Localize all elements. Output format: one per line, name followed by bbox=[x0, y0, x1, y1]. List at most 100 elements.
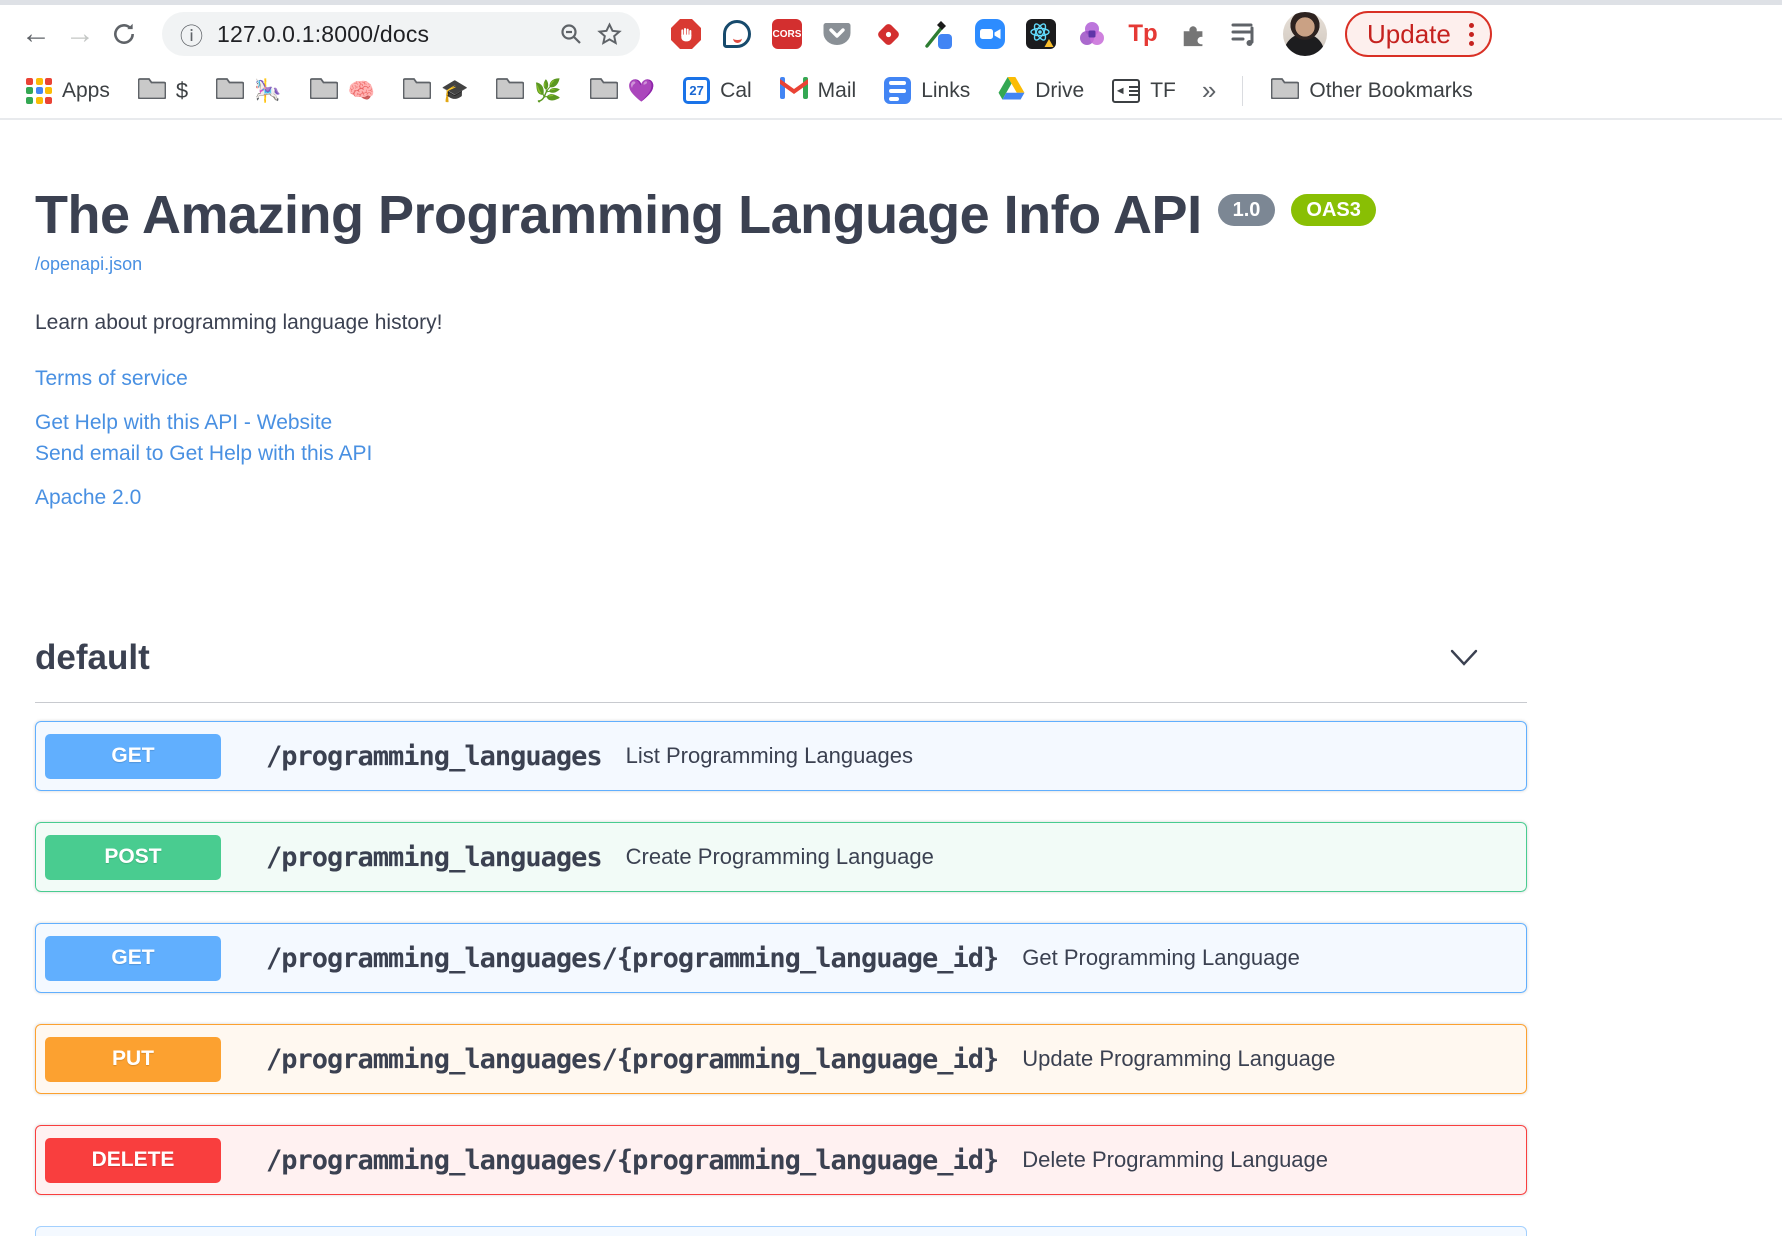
page-title: The Amazing Programming Language Info AP… bbox=[35, 185, 1202, 245]
bookmark-folder[interactable]: 🎠 bbox=[206, 71, 291, 110]
profile-avatar[interactable] bbox=[1283, 12, 1327, 56]
red-diamond-extension-icon[interactable] bbox=[872, 18, 904, 50]
api-description: Learn about programming language history… bbox=[35, 311, 443, 335]
bookmark-folder[interactable]: $ bbox=[128, 71, 198, 110]
endpoint-row[interactable]: POST /programming_languages Create Progr… bbox=[35, 822, 1527, 893]
purple-flower-extension-icon[interactable] bbox=[1076, 18, 1108, 50]
section-header[interactable]: default bbox=[35, 638, 1527, 678]
section-title: default bbox=[35, 638, 150, 678]
update-button-label: Update bbox=[1367, 18, 1451, 49]
folder-icon bbox=[1270, 76, 1300, 105]
bookmark-star-icon[interactable] bbox=[597, 21, 622, 47]
cutoff-endpoint-row bbox=[35, 1226, 1527, 1237]
bookmarks-bar: Apps $ 🎠 🧠 🎓 🌿 💜 27 Cal Mail Links Drive… bbox=[0, 63, 1782, 120]
calendar-icon: 27 bbox=[683, 77, 711, 104]
endpoint-path: /programming_languages bbox=[266, 740, 603, 772]
endpoint-row[interactable]: DELETE /programming_languages/{programmi… bbox=[35, 1125, 1527, 1196]
endpoint-path: /programming_languages/{programming_lang… bbox=[266, 1043, 999, 1075]
tp-extension-icon[interactable]: Tp bbox=[1127, 18, 1159, 50]
bookmark-label: TF bbox=[1150, 78, 1176, 102]
bookmark-tf[interactable]: ◄ TF bbox=[1102, 74, 1186, 108]
browser-toolbar: ← → ⓘ 127.0.0.1:8000/docs CORS Tp Update bbox=[0, 5, 1782, 63]
bookmark-apps[interactable]: Apps bbox=[16, 73, 120, 109]
version-badge: 1.0 bbox=[1217, 194, 1276, 226]
reload-button[interactable] bbox=[102, 12, 146, 56]
bookmark-folder[interactable]: 💜 bbox=[580, 71, 665, 110]
update-button[interactable]: Update bbox=[1345, 11, 1492, 57]
bookmarks-divider bbox=[1242, 75, 1244, 106]
bookmarks-overflow-chevron[interactable]: » bbox=[1194, 75, 1224, 106]
react-devtools-extension-icon[interactable] bbox=[1025, 18, 1057, 50]
bookmark-label: $ bbox=[175, 77, 189, 103]
method-badge: PUT bbox=[45, 1036, 221, 1082]
chat-bubble-extension-icon[interactable] bbox=[721, 18, 753, 50]
folder-icon bbox=[589, 76, 619, 105]
oas3-badge: OAS3 bbox=[1291, 194, 1376, 226]
help-website-link[interactable]: Get Help with this API - Website bbox=[35, 411, 1527, 435]
links-icon bbox=[884, 77, 912, 104]
endpoint-summary: List Programming Languages bbox=[625, 743, 914, 769]
reload-icon bbox=[114, 23, 134, 44]
bookmark-folder[interactable]: 🌿 bbox=[486, 71, 571, 110]
stop-hand-extension-icon[interactable] bbox=[670, 18, 702, 50]
chevron-down-icon[interactable] bbox=[1449, 649, 1479, 667]
terms-of-service-link[interactable]: Terms of service bbox=[35, 367, 1527, 391]
title-row: The Amazing Programming Language Info AP… bbox=[35, 184, 1527, 246]
endpoint-summary: Delete Programming Language bbox=[1022, 1147, 1329, 1173]
method-badge: DELETE bbox=[45, 1137, 221, 1183]
bookmark-label: 🎓 bbox=[440, 77, 469, 103]
openapi-spec-link[interactable]: /openapi.json bbox=[35, 254, 142, 275]
gmail-icon bbox=[779, 76, 808, 105]
endpoint-row[interactable]: PUT /programming_languages/{programming_… bbox=[35, 1024, 1527, 1095]
drive-icon bbox=[998, 76, 1025, 106]
endpoint-row[interactable]: GET /programming_languages/{programming_… bbox=[35, 923, 1527, 994]
bookmark-folder[interactable]: 🧠 bbox=[300, 71, 385, 110]
apps-grid-icon bbox=[26, 77, 52, 104]
bookmark-calendar[interactable]: 27 Cal bbox=[673, 72, 762, 109]
site-info-icon[interactable]: ⓘ bbox=[180, 17, 203, 51]
playlist-extension-icon[interactable] bbox=[1229, 18, 1261, 50]
folder-bookmarks-group: $ 🎠 🧠 🎓 🌿 💜 bbox=[128, 71, 665, 110]
pocket-extension-icon[interactable] bbox=[821, 18, 853, 50]
bookmark-folder[interactable]: 🎓 bbox=[393, 71, 478, 110]
browser-menu-icon[interactable] bbox=[1468, 22, 1474, 46]
endpoint-summary: Get Programming Language bbox=[1022, 945, 1300, 971]
address-bar[interactable]: ⓘ 127.0.0.1:8000/docs bbox=[162, 12, 640, 56]
folder-icon bbox=[402, 76, 432, 105]
bookmark-label: Drive bbox=[1035, 78, 1085, 102]
bookmark-label: Other Bookmarks bbox=[1309, 78, 1473, 102]
bookmark-label: 🌿 bbox=[534, 77, 562, 103]
endpoint-path: /programming_languages/{programming_lang… bbox=[266, 942, 999, 974]
other-bookmarks[interactable]: Other Bookmarks bbox=[1261, 71, 1482, 110]
bookmark-drive[interactable]: Drive bbox=[988, 71, 1094, 111]
method-badge: GET bbox=[45, 935, 221, 981]
endpoint-path: /programming_languages bbox=[266, 841, 603, 873]
zoom-out-icon[interactable] bbox=[559, 22, 583, 46]
endpoint-summary: Create Programming Language bbox=[625, 844, 934, 870]
bookmark-label: 🎠 bbox=[254, 77, 282, 103]
endpoint-list: GET /programming_languages List Programm… bbox=[35, 721, 1527, 1196]
color-picker-extension-icon[interactable] bbox=[923, 18, 955, 50]
cors-extension-icon[interactable]: CORS bbox=[772, 19, 802, 49]
folder-icon bbox=[137, 76, 167, 105]
bookmark-label: Mail bbox=[817, 78, 857, 102]
license-link[interactable]: Apache 2.0 bbox=[35, 486, 1527, 510]
bookmark-links[interactable]: Links bbox=[874, 72, 980, 109]
endpoint-path: /programming_languages/{programming_lang… bbox=[266, 1144, 999, 1176]
puzzle-extension-icon[interactable] bbox=[1178, 18, 1210, 50]
newsletter-icon: ◄ bbox=[1112, 78, 1141, 103]
endpoint-row[interactable]: GET /programming_languages List Programm… bbox=[35, 721, 1527, 792]
help-email-link[interactable]: Send email to Get Help with this API bbox=[35, 442, 1527, 466]
bookmark-mail[interactable]: Mail bbox=[770, 72, 867, 110]
folder-icon bbox=[215, 76, 245, 105]
endpoint-summary: Update Programming Language bbox=[1022, 1046, 1336, 1072]
back-button[interactable]: ← bbox=[14, 12, 58, 56]
bookmark-label: Apps bbox=[62, 78, 110, 102]
folder-icon bbox=[495, 76, 525, 105]
bookmark-label: Links bbox=[921, 78, 971, 102]
bookmark-label: 🧠 bbox=[347, 77, 375, 103]
zoom-extension-icon[interactable] bbox=[974, 18, 1006, 50]
forward-button[interactable]: → bbox=[58, 12, 102, 56]
url-text[interactable]: 127.0.0.1:8000/docs bbox=[217, 21, 429, 48]
extensions-row: CORS Tp bbox=[670, 18, 1261, 50]
